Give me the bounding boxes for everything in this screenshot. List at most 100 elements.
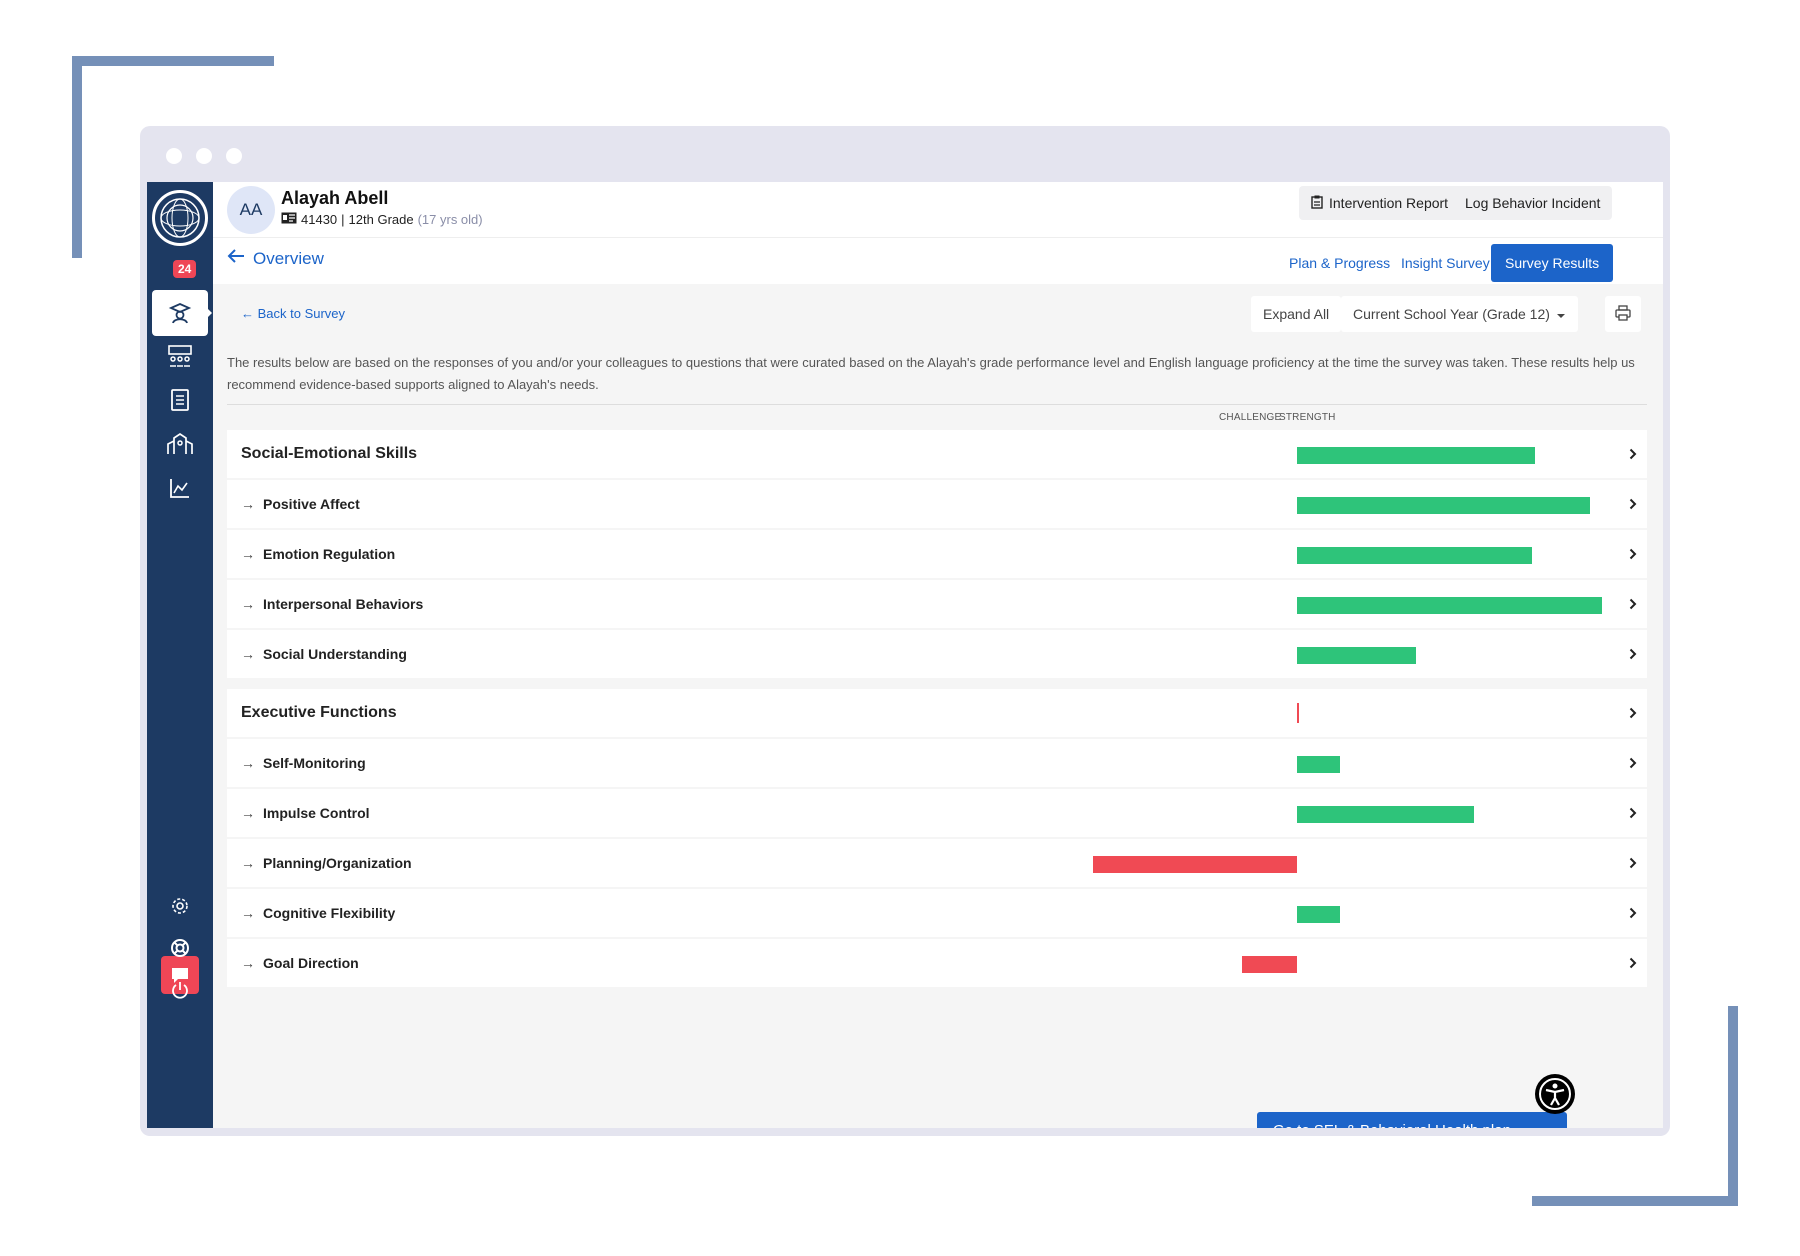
student-age: (17 yrs old): [417, 212, 483, 227]
chart-item-row[interactable]: → Cognitive Flexibility: [227, 889, 1647, 937]
row-label: → Impulse Control: [241, 789, 370, 837]
chevron-right-icon[interactable]: [1629, 689, 1637, 737]
arrow-right-icon: →: [241, 596, 255, 612]
student-grade: 12th Grade: [348, 212, 414, 227]
chart-group-row[interactable]: Social-Emotional Skills: [227, 430, 1647, 478]
row-label-text: Interpersonal Behaviors: [263, 596, 424, 612]
chart-icon[interactable]: [147, 466, 213, 510]
chevron-right-icon[interactable]: [1629, 889, 1637, 937]
chevron-right-icon[interactable]: [1629, 530, 1637, 578]
row-label-text: Impulse Control: [263, 805, 370, 821]
row-label: → Planning/Organization: [241, 839, 412, 887]
strength-bar: [1297, 756, 1340, 773]
caret-down-icon: [1556, 306, 1566, 322]
row-label: → Social Understanding: [241, 630, 407, 678]
strength-bar: [1297, 447, 1535, 464]
arrow-right-icon: →: [241, 855, 255, 871]
arrow-left-icon: [227, 248, 245, 269]
row-label-text: Social-Emotional Skills: [241, 445, 418, 462]
tab-plan-progress[interactable]: Plan & Progress: [1275, 244, 1404, 282]
tab-survey-results[interactable]: Survey Results: [1491, 244, 1614, 282]
go-to-plan-button[interactable]: Go to SEL & Behavioral Health plan: [1257, 1112, 1567, 1128]
chevron-right-icon[interactable]: [1629, 430, 1637, 478]
arrow-right-icon: →: [241, 805, 255, 821]
strength-bar: [1297, 597, 1602, 614]
arrow-right-icon: →: [241, 755, 255, 771]
logo-icon[interactable]: [152, 190, 208, 246]
overview-label: Overview: [253, 248, 324, 268]
back-to-survey-link[interactable]: ← Back to Survey: [241, 306, 345, 321]
power-icon[interactable]: [147, 968, 213, 1012]
browser-window: 24 AA Alayah Abell 41430 | 12th Grade (1…: [140, 126, 1670, 1136]
chevron-right-icon[interactable]: [1629, 580, 1637, 628]
chart-item-row[interactable]: → Self-Monitoring: [227, 739, 1647, 787]
chart-group-row[interactable]: Executive Functions: [227, 689, 1647, 737]
meta-separator: |: [341, 212, 345, 227]
chart-item-row[interactable]: → Interpersonal Behaviors: [227, 580, 1647, 628]
chart-item-row[interactable]: → Emotion Regulation: [227, 530, 1647, 578]
chevron-right-icon[interactable]: [1629, 630, 1637, 678]
intervention-report-label: Intervention Report: [1329, 195, 1449, 211]
arrow-right-icon: →: [241, 905, 255, 921]
arrow-right-icon: →: [241, 955, 255, 971]
intervention-report-button[interactable]: Intervention Report: [1299, 186, 1461, 220]
strength-bar: [1297, 497, 1590, 514]
row-label: → Cognitive Flexibility: [241, 889, 395, 937]
row-label: → Positive Affect: [241, 480, 360, 528]
row-label-text: Social Understanding: [263, 646, 407, 662]
strength-bar: [1297, 806, 1474, 823]
axis-label-challenge: CHALLENGE: [1219, 412, 1282, 423]
expand-all-button[interactable]: Expand All: [1251, 296, 1342, 332]
student-header: AA Alayah Abell 41430 | 12th Grade (17 y…: [213, 182, 1663, 238]
arrow-right-icon: →: [241, 496, 255, 512]
results-description: The results below are based on the respo…: [227, 355, 1635, 392]
row-label: → Self-Monitoring: [241, 739, 366, 787]
printer-icon: [1615, 304, 1631, 324]
student-meta: 41430 | 12th Grade (17 yrs old): [281, 212, 483, 227]
gear-icon[interactable]: [147, 884, 213, 928]
id-card-icon: [281, 212, 297, 227]
main: AA Alayah Abell 41430 | 12th Grade (17 y…: [213, 182, 1663, 1128]
chevron-right-icon[interactable]: [1629, 480, 1637, 528]
print-button[interactable]: [1605, 296, 1641, 332]
chart-item-row[interactable]: → Planning/Organization: [227, 839, 1647, 887]
classroom-icon[interactable]: [147, 334, 213, 378]
sub-navigation: Overview Plan & Progress Insight Survey …: [213, 238, 1663, 284]
row-label-text: Planning/Organization: [263, 855, 412, 871]
chevron-right-icon[interactable]: [1629, 839, 1637, 887]
tab-insight-survey[interactable]: Insight Survey: [1387, 244, 1504, 282]
chevron-right-icon[interactable]: [1629, 789, 1637, 837]
strength-bar: [1297, 547, 1532, 564]
row-label-text: Cognitive Flexibility: [263, 905, 396, 921]
clipboard-icon: [1311, 195, 1323, 212]
divider: [227, 404, 1647, 405]
neutral-bar: [1297, 703, 1299, 723]
chevron-right-icon[interactable]: [1629, 739, 1637, 787]
row-label-text: Positive Affect: [263, 496, 360, 512]
chart-item-row[interactable]: → Goal Direction: [227, 939, 1647, 987]
help-icon[interactable]: [147, 926, 213, 970]
challenge-bar: [1093, 856, 1297, 873]
row-label-text: Emotion Regulation: [263, 546, 396, 562]
notification-badge: 24: [173, 260, 197, 278]
row-label: → Goal Direction: [241, 939, 359, 987]
row-label: Executive Functions: [241, 689, 397, 737]
student-icon[interactable]: [152, 290, 212, 336]
school-year-select[interactable]: Current School Year (Grade 12): [1341, 296, 1578, 332]
school-icon[interactable]: [147, 422, 213, 466]
row-label-text: Self-Monitoring: [263, 755, 366, 771]
overview-link[interactable]: Overview: [227, 248, 324, 269]
row-label-text: Executive Functions: [241, 704, 397, 721]
student-id: 41430: [301, 212, 338, 227]
strength-bar: [1297, 906, 1340, 923]
accessibility-icon[interactable]: [1535, 1074, 1575, 1114]
book-icon[interactable]: [147, 378, 213, 422]
arrow-right-icon: →: [241, 546, 255, 562]
axis-label-strength: STRENGTH: [1279, 412, 1336, 423]
chart-item-row[interactable]: → Impulse Control: [227, 789, 1647, 837]
chart-item-row[interactable]: → Social Understanding: [227, 630, 1647, 678]
sidebar: 24: [147, 182, 213, 1128]
chevron-right-icon[interactable]: [1629, 939, 1637, 987]
log-behavior-incident-button[interactable]: Log Behavior Incident: [1453, 186, 1613, 220]
chart-item-row[interactable]: → Positive Affect: [227, 480, 1647, 528]
